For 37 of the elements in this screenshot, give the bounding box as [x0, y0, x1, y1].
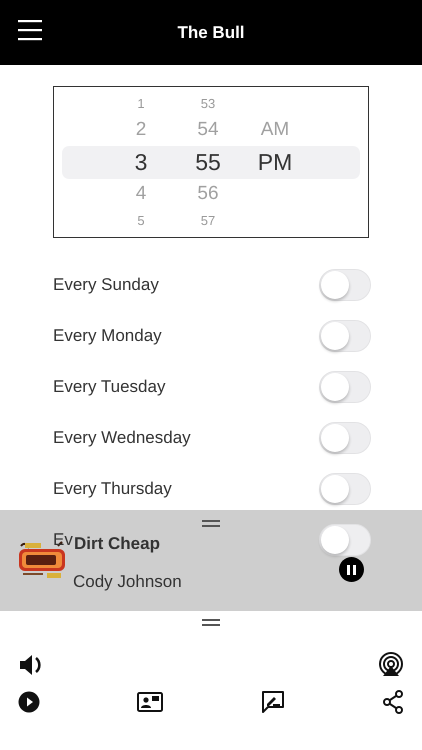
day-label: Every Monday [53, 324, 162, 347]
picker-selected-value[interactable]: PM [258, 144, 292, 180]
artist-name: Cody Johnson [73, 571, 182, 593]
picker-selected-value[interactable]: 55 [195, 144, 221, 180]
picker-selected-value[interactable]: 3 [134, 144, 148, 180]
drag-handle-icon[interactable] [202, 619, 220, 626]
picker-value[interactable]: 5 [137, 210, 145, 230]
picker-value[interactable]: 56 [197, 180, 219, 208]
airplay-icon[interactable] [378, 652, 404, 678]
picker-value[interactable]: AM [260, 116, 290, 144]
toggle-switch[interactable] [319, 370, 371, 402]
drag-handle-icon[interactable] [202, 520, 220, 527]
picker-value[interactable]: 53 [200, 94, 216, 113]
picker-value[interactable]: 2 [136, 116, 146, 144]
day-label: Every Sunday [53, 274, 159, 296]
day-label: Every Thursday [53, 478, 172, 500]
picker-value[interactable]: 54 [197, 116, 219, 144]
toggle-switch[interactable] [319, 472, 371, 504]
toggle-switch[interactable] [319, 422, 371, 454]
picker-value[interactable]: 4 [136, 180, 146, 208]
time-picker[interactable]: 1 53 2 54 AM 3 55 PM 4 56 5 57 [53, 86, 369, 238]
day-label: Ev [53, 528, 73, 551]
menu-icon[interactable] [18, 19, 42, 41]
day-label: Every Wednesday [53, 426, 191, 449]
toggle-switch[interactable] [319, 268, 371, 300]
screen-title: The Bull [177, 22, 245, 44]
picker-value[interactable]: 57 [200, 210, 216, 230]
compose-icon[interactable] [260, 690, 285, 714]
day-label: Every Tuesday [53, 376, 166, 398]
toggle-switch[interactable] [319, 320, 371, 352]
pause-button[interactable] [339, 557, 364, 582]
share-icon[interactable] [382, 690, 404, 714]
picker-value[interactable]: 1 [137, 94, 145, 113]
song-title: Dirt Cheap [74, 533, 160, 555]
play-icon[interactable] [18, 691, 40, 713]
contact-card-icon[interactable] [137, 692, 164, 712]
pause-icon [347, 564, 356, 574]
